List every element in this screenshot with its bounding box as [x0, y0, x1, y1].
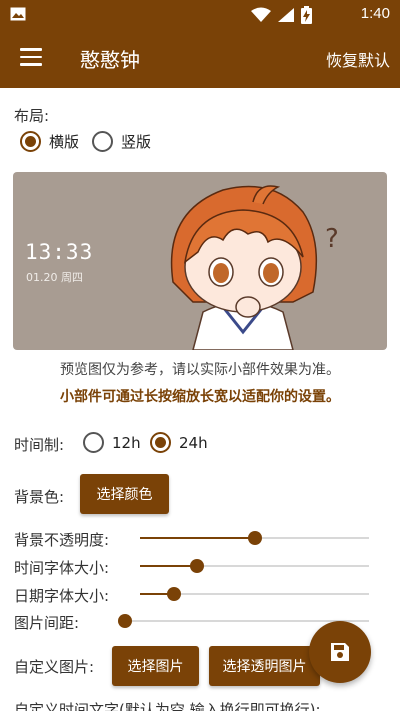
- resize-tip: 小部件可通过长按缩放长宽以适配你的设置。: [60, 389, 340, 405]
- signal-icon: [278, 8, 294, 22]
- choose-transparent-image-button[interactable]: 选择透明图片: [209, 646, 320, 686]
- background-color-label: 背景色:: [14, 488, 65, 506]
- choose-color-button[interactable]: 选择颜色: [80, 474, 169, 514]
- radio-checked-icon: [150, 432, 171, 453]
- time-format-option-label: 12h: [112, 433, 141, 452]
- save-icon: [331, 643, 349, 661]
- custom-time-text-label: 自定义时间文字(默认为空,输入换行即可换行):: [14, 701, 321, 711]
- date-font-size-slider[interactable]: [140, 584, 369, 604]
- preview-time: 13:33: [25, 240, 94, 264]
- restore-defaults-button[interactable]: 恢复默认: [326, 47, 390, 71]
- preview-hint: 预览图仅为参考，请以实际小部件效果为准。: [60, 362, 340, 378]
- time-format-12h[interactable]: 12h: [83, 432, 141, 453]
- slider-thumb[interactable]: [167, 587, 181, 601]
- layout-option-vertical[interactable]: 竖版: [92, 131, 151, 152]
- time-format-label: 时间制:: [14, 436, 65, 454]
- layout-option-horizontal[interactable]: 横版: [20, 131, 79, 152]
- slider-fill: [140, 565, 197, 567]
- background-opacity-slider[interactable]: [140, 528, 369, 548]
- time-format-option-label: 24h: [179, 433, 208, 452]
- image-icon: [10, 7, 26, 21]
- time-font-size-slider[interactable]: [140, 556, 369, 576]
- slider-thumb[interactable]: [118, 614, 132, 628]
- radio-unchecked-icon: [83, 432, 104, 453]
- radio-unchecked-icon: [92, 131, 113, 152]
- status-bar: 1:40: [0, 0, 400, 28]
- slider-fill: [140, 537, 255, 539]
- svg-text:?: ?: [325, 224, 339, 254]
- layout-option-label: 横版: [49, 133, 80, 151]
- app-bar: 憨憨钟 恢复默认: [0, 28, 400, 88]
- custom-image-label: 自定义图片:: [14, 658, 95, 676]
- layout-option-label: 竖版: [121, 133, 152, 151]
- slider-thumb[interactable]: [190, 559, 204, 573]
- slider-label: 背景不透明度:: [14, 531, 110, 549]
- page-title: 憨憨钟: [80, 48, 140, 72]
- save-button[interactable]: [309, 621, 371, 683]
- battery-charging-icon: [301, 6, 312, 24]
- time-format-24h[interactable]: 24h: [150, 432, 208, 453]
- wifi-icon: [251, 7, 271, 22]
- preview-date: 01.20 周四: [26, 271, 83, 284]
- menu-icon[interactable]: [20, 48, 42, 66]
- choose-image-button[interactable]: 选择图片: [112, 646, 199, 686]
- layout-label: 布局:: [14, 107, 50, 125]
- slider-label: 时间字体大小:: [14, 559, 110, 577]
- status-time: 1:40: [360, 5, 390, 22]
- slider-label: 日期字体大小:: [14, 587, 110, 605]
- character-illustration: ?: [170, 185, 339, 350]
- slider-label: 图片间距:: [14, 614, 80, 632]
- widget-preview: 13:33 01.20 周四 ?: [13, 172, 387, 350]
- slider-thumb[interactable]: [248, 531, 262, 545]
- radio-checked-icon: [20, 131, 41, 152]
